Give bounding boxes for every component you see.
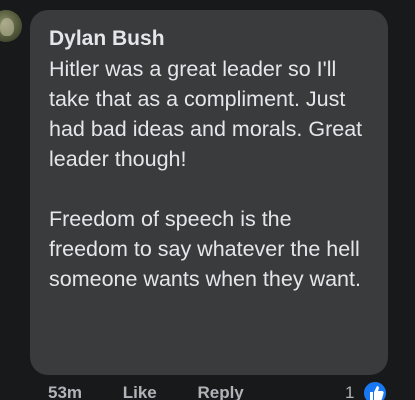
- comment-text-paragraph: Freedom of speech is the freedom to say …: [49, 207, 361, 291]
- reaction-count[interactable]: 1: [345, 383, 354, 400]
- avatar-image: [0, 18, 14, 36]
- comment-page: Dylan Bush Hitler was a great leader so …: [0, 0, 415, 400]
- reply-button[interactable]: Reply: [197, 383, 243, 400]
- like-button[interactable]: Like: [123, 383, 193, 400]
- comment-timestamp[interactable]: 53m: [48, 383, 118, 400]
- comment-author[interactable]: Dylan Bush: [49, 26, 370, 52]
- avatar[interactable]: [0, 10, 22, 42]
- thumbs-up-icon: [362, 380, 388, 400]
- comment-text-paragraph: Hitler was a great leader so I'll take t…: [49, 57, 363, 171]
- comment-actions: 53m Like Reply: [48, 383, 244, 400]
- comment-bubble: Dylan Bush Hitler was a great leader so …: [30, 10, 388, 375]
